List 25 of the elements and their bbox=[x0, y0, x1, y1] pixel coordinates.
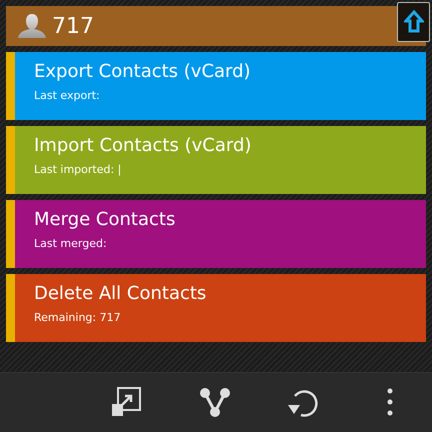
action-detail: Remaining: 717 bbox=[34, 310, 122, 326]
action-title: Merge Contacts bbox=[34, 208, 176, 232]
accent-stripe bbox=[6, 52, 15, 120]
resize-icon bbox=[111, 386, 143, 418]
action-card[interactable]: Delete All Contacts Remaining: 717 bbox=[6, 274, 426, 342]
action-title: Delete All Contacts bbox=[34, 282, 206, 306]
branch-button[interactable] bbox=[198, 385, 232, 419]
action-detail: Last export: bbox=[34, 88, 101, 104]
scroll-top-button[interactable] bbox=[397, 2, 430, 42]
contact-count: 717 bbox=[52, 12, 94, 40]
action-card[interactable]: Export Contacts (vCard) Last export: bbox=[6, 52, 426, 120]
up-arrow-icon bbox=[404, 10, 424, 34]
action-card[interactable]: Merge Contacts Last merged: bbox=[6, 200, 426, 268]
accent-stripe bbox=[6, 200, 15, 268]
action-detail: Last merged: bbox=[34, 236, 108, 252]
person-icon bbox=[18, 13, 46, 39]
action-title: Import Contacts (vCard) bbox=[34, 134, 252, 158]
more-icon bbox=[387, 388, 393, 416]
branch-icon bbox=[199, 386, 231, 418]
accent-stripe bbox=[6, 126, 15, 194]
accent-stripe bbox=[6, 274, 15, 342]
action-card[interactable]: Import Contacts (vCard) Last imported: | bbox=[6, 126, 426, 194]
action-title: Export Contacts (vCard) bbox=[34, 60, 251, 84]
action-detail: Last imported: | bbox=[34, 162, 122, 178]
resize-button[interactable] bbox=[110, 385, 144, 419]
